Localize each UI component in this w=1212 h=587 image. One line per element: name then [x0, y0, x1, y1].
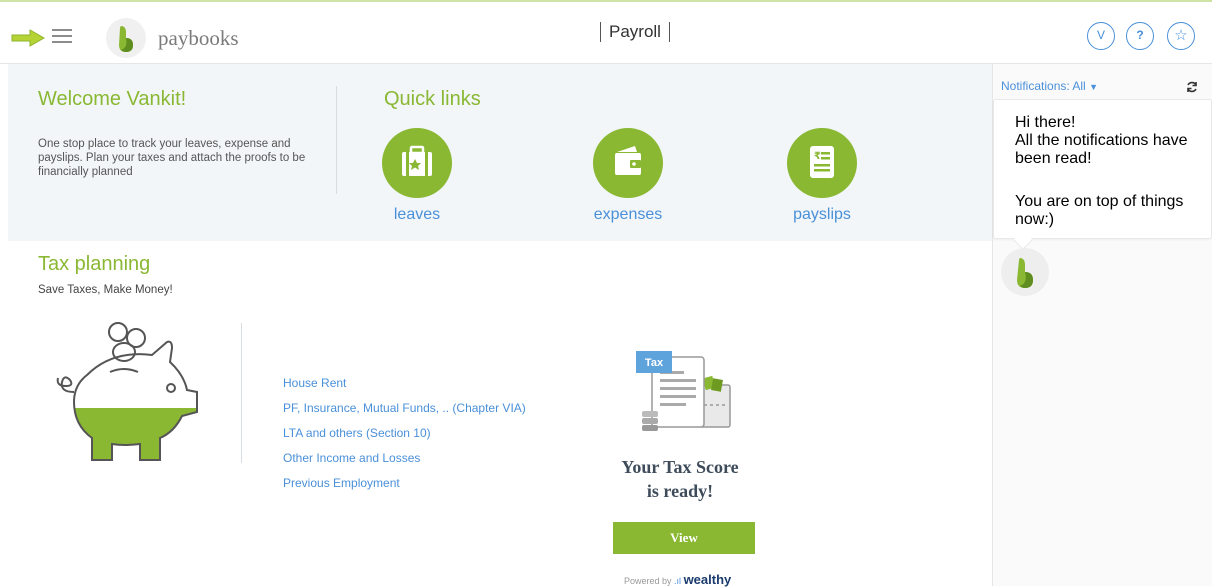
arrow-right-icon: [11, 29, 46, 47]
partner-logo-text: wealthy: [683, 572, 732, 587]
svg-text:₹: ₹: [814, 151, 821, 162]
notifications-label: Notifications:: [1001, 79, 1070, 93]
quick-link-label[interactable]: expenses: [578, 206, 678, 224]
powered-by-text: Powered by: [624, 576, 672, 586]
menu-icon[interactable]: [52, 29, 72, 45]
tax-score-message: Your Tax Score is ready!: [600, 455, 760, 503]
caret-down-icon[interactable]: ▼: [1089, 82, 1098, 92]
notifications-filter-value[interactable]: All: [1072, 79, 1085, 93]
welcome-title: Welcome Vankit!: [38, 88, 187, 110]
payslip-document-icon[interactable]: ₹: [787, 128, 857, 198]
tax-link-section-10[interactable]: LTA and others (Section 10): [283, 426, 526, 451]
quick-link-leaves[interactable]: leaves: [372, 128, 462, 224]
tax-doc-label: Tax: [645, 357, 664, 369]
app-header: paybooks Payroll V ? ☆: [0, 2, 1212, 64]
tax-planning-subtitle: Save Taxes, Make Money!: [38, 284, 173, 296]
tax-links-list: House Rent PF, Insurance, Mutual Funds, …: [283, 376, 526, 501]
tax-score-line: Your Tax Score: [621, 457, 739, 477]
quick-links-title: Quick links: [384, 88, 481, 110]
view-tax-score-button[interactable]: View: [613, 522, 755, 554]
tax-score-line: is ready!: [646, 481, 714, 501]
suitcase-icon[interactable]: [382, 128, 452, 198]
quick-link-label[interactable]: leaves: [372, 206, 462, 224]
notification-text: All the notifications have been read!: [1015, 132, 1188, 167]
tax-link-previous-employment[interactable]: Previous Employment: [283, 476, 526, 501]
piggy-bank-icon: [56, 322, 198, 461]
divider: [241, 323, 242, 463]
powered-by: Powered by .ıl wealthy: [624, 572, 731, 587]
bar-chart-icon: .ıl: [674, 576, 684, 586]
notification-text: You are on top of things now:): [1015, 193, 1184, 228]
tax-planning-title: Tax planning: [38, 253, 151, 275]
notification-greeting: Hi there!: [1015, 114, 1076, 131]
paybooks-bot-avatar: [1001, 248, 1049, 296]
paybooks-logo-icon[interactable]: [106, 18, 146, 58]
quick-link-label[interactable]: payslips: [772, 206, 872, 224]
tax-link-house-rent[interactable]: House Rent: [283, 376, 526, 401]
divider: [336, 86, 337, 194]
welcome-description: One stop place to track your leaves, exp…: [38, 138, 306, 178]
app-title: Payroll: [600, 22, 670, 42]
tax-link-other-income[interactable]: Other Income and Losses: [283, 451, 526, 476]
user-avatar-button[interactable]: V: [1087, 22, 1115, 50]
notification-message: You are on top of things now:): [1015, 193, 1195, 229]
quick-link-expenses[interactable]: expenses: [578, 128, 678, 224]
notification-message: Hi there! All the notifications have bee…: [1015, 114, 1195, 168]
notifications-header: Notifications: All ▼: [1001, 79, 1098, 93]
notifications-filter-dropdown[interactable]: All ▼: [1072, 79, 1098, 93]
tax-link-chapter-via[interactable]: PF, Insurance, Mutual Funds, .. (Chapter…: [283, 401, 526, 426]
wallet-icon[interactable]: [593, 128, 663, 198]
help-button[interactable]: ?: [1126, 22, 1154, 50]
tax-document-icon: Tax: [636, 351, 731, 431]
brand-name[interactable]: paybooks: [158, 26, 239, 51]
favorite-star-button[interactable]: ☆: [1167, 22, 1195, 50]
refresh-icon[interactable]: [1186, 81, 1198, 93]
quick-link-payslips[interactable]: ₹ payslips: [772, 128, 872, 224]
